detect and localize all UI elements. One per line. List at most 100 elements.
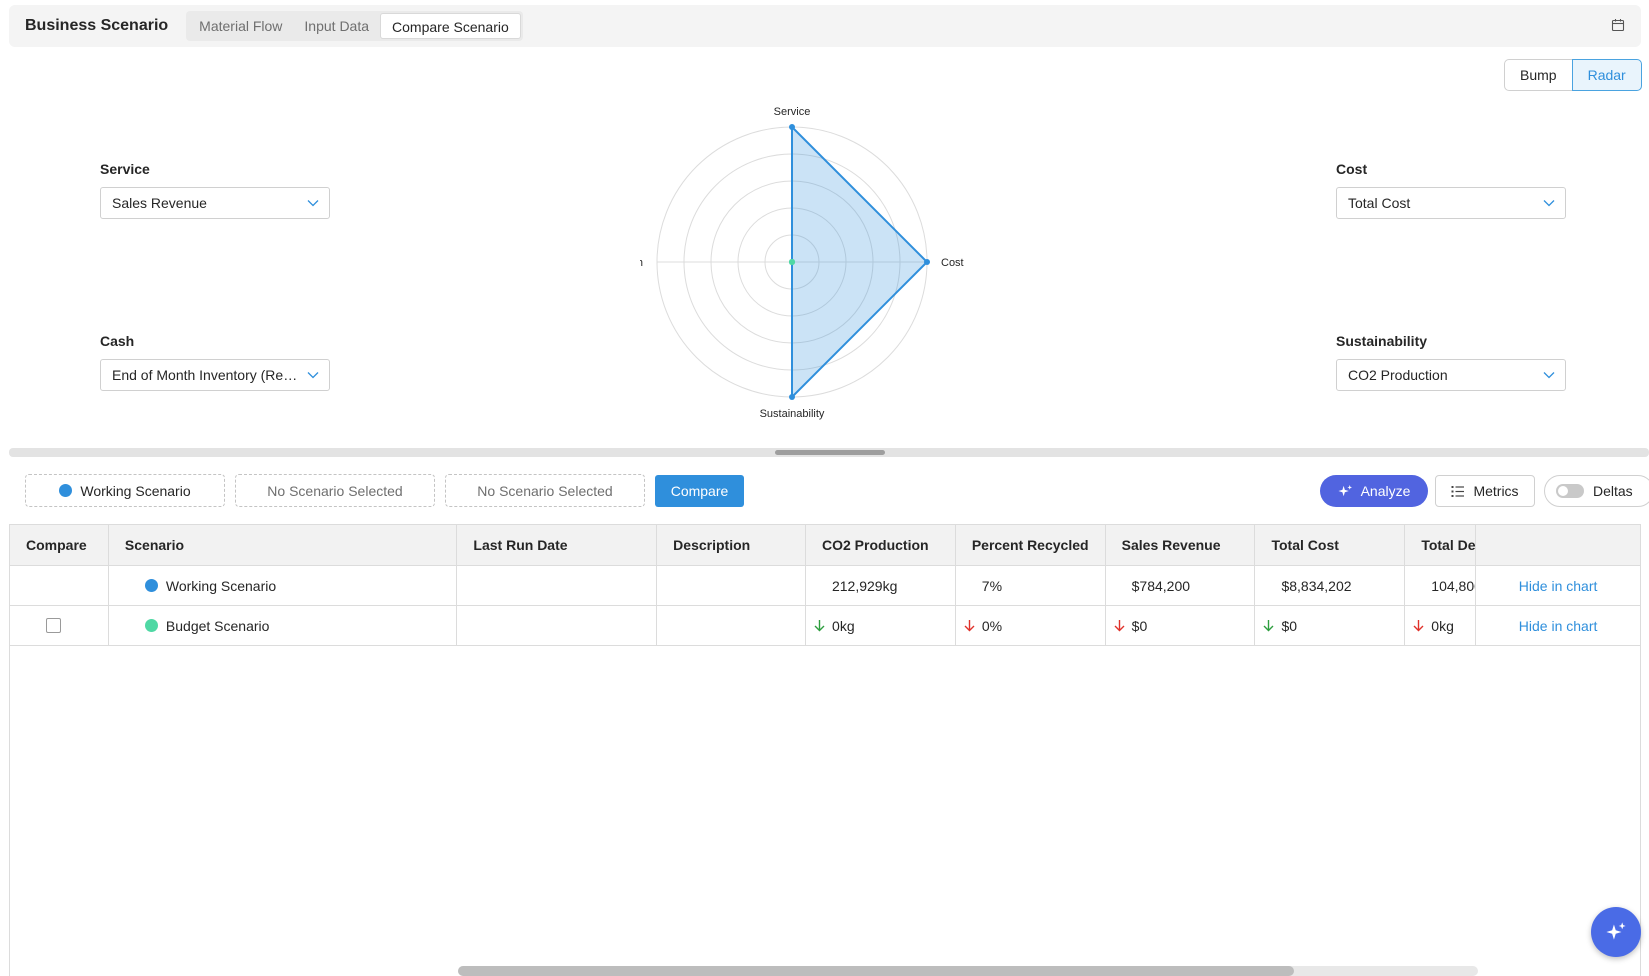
scenario-name: Budget Scenario: [165, 617, 270, 634]
description-cell: [657, 566, 806, 605]
scenario-color-dot: [144, 579, 158, 592]
cost-select[interactable]: Total Cost: [1336, 187, 1566, 219]
demand-cell: 0kg: [1405, 606, 1477, 645]
scenario-cell: Working Scenario: [109, 566, 458, 605]
metrics-button[interactable]: Metrics: [1435, 475, 1535, 507]
scenario-cell: Budget Scenario: [109, 606, 458, 645]
tab-input-data[interactable]: Input Data: [293, 13, 380, 39]
list-icon: [1451, 485, 1465, 497]
column-header-actions: [1476, 525, 1640, 565]
cash-selector-group: Cash End of Month Inventory (Rev...: [100, 333, 330, 391]
revenue-delta-value: $0: [1131, 617, 1148, 634]
radar-data-point: [789, 394, 795, 400]
scenario-name: Working Scenario: [165, 577, 277, 594]
radar-data-point: [789, 259, 795, 265]
radar-axis-label: Service: [774, 106, 811, 118]
view-tabs: Material Flow Input Data Compare Scenari…: [186, 11, 523, 41]
scrollbar-thumb[interactable]: [458, 966, 1294, 976]
calendar-icon[interactable]: [1611, 18, 1625, 32]
chart-type-toggle: Bump Radar: [1504, 59, 1642, 91]
service-label: Service: [100, 161, 150, 177]
demand-cell: 104,800: [1405, 566, 1477, 605]
chevron-down-icon: [1543, 372, 1555, 379]
ai-assistant-button[interactable]: [1591, 907, 1641, 957]
cost-label: Cost: [1336, 161, 1368, 177]
sustainability-select-value: CO2 Production: [1348, 367, 1448, 383]
recycled-delta-value: 0%: [981, 617, 1003, 634]
co2-delta-value: 0kg: [832, 617, 855, 634]
cash-select[interactable]: End of Month Inventory (Rev...: [100, 359, 330, 391]
table-row: Working Scenario 212,929kg 7% $784,200 $…: [10, 566, 1640, 606]
tab-material-flow[interactable]: Material Flow: [188, 13, 293, 39]
scenario-slot-2[interactable]: No Scenario Selected: [235, 474, 435, 507]
tab-compare-scenario[interactable]: Compare Scenario: [380, 13, 521, 39]
radar-chart: Service Cost Sustainability Cash: [640, 106, 964, 420]
radar-axis-label: Cost: [941, 257, 964, 269]
chevron-down-icon: [1543, 200, 1555, 207]
arrow-down-icon: [1413, 620, 1424, 632]
last-run-cell: [457, 566, 658, 605]
splitter-handle[interactable]: [775, 450, 885, 455]
bump-button[interactable]: Bump: [1504, 59, 1573, 91]
analyze-label: Analyze: [1360, 483, 1411, 499]
service-select-value: Sales Revenue: [112, 195, 207, 211]
column-header-last-run-date[interactable]: Last Run Date: [457, 525, 658, 565]
sustainability-select[interactable]: CO2 Production: [1336, 359, 1566, 391]
metrics-label: Metrics: [1473, 483, 1519, 499]
arrow-down-icon: [964, 620, 975, 632]
cash-label: Cash: [100, 333, 135, 349]
column-header-co2-production[interactable]: CO2 Production: [806, 525, 956, 565]
cost-delta-value: $0: [1281, 617, 1298, 634]
table-header-row: Compare Scenario Last Run Date Descripti…: [10, 525, 1640, 566]
demand-delta-value: 0kg: [1431, 617, 1454, 634]
table-row: Budget Scenario 0kg 0% $0 $0 0kg Hide in…: [10, 606, 1640, 646]
sparkle-icon: [1338, 484, 1352, 496]
column-header-sales-revenue[interactable]: Sales Revenue: [1106, 525, 1256, 565]
deltas-toggle[interactable]: [1556, 484, 1584, 498]
recycled-cell: 0%: [956, 606, 1106, 645]
scenario-table: Compare Scenario Last Run Date Descripti…: [9, 524, 1641, 976]
cost-cell: $0: [1255, 606, 1406, 645]
recycled-cell: 7%: [956, 566, 1106, 605]
cost-cell: $8,834,202: [1255, 566, 1406, 605]
cost-selector-group: Cost Total Cost: [1336, 161, 1566, 219]
sustainability-label: Sustainability: [1336, 333, 1428, 349]
scenario-slot-1[interactable]: Working Scenario: [25, 474, 225, 507]
analyze-button[interactable]: Analyze: [1320, 475, 1428, 507]
radar-button[interactable]: Radar: [1571, 59, 1642, 91]
column-header-description[interactable]: Description: [657, 525, 806, 565]
arrow-down-icon: [1114, 620, 1125, 632]
radar-axis-label: Sustainability: [760, 408, 825, 420]
sustainability-selector-group: Sustainability CO2 Production: [1336, 333, 1566, 391]
chevron-down-icon: [307, 200, 319, 207]
scenario-slot-3[interactable]: No Scenario Selected: [445, 474, 645, 507]
scenario-slot-2-label: No Scenario Selected: [267, 482, 403, 499]
sparkle-icon: [1606, 922, 1626, 940]
last-run-cell: [457, 606, 658, 645]
revenue-cell: $0: [1106, 606, 1256, 645]
arrow-down-icon: [814, 620, 825, 632]
deltas-label: Deltas: [1593, 483, 1633, 499]
chevron-down-icon: [307, 372, 319, 379]
co2-cell: 212,929kg: [806, 566, 956, 605]
column-header-scenario[interactable]: Scenario: [109, 525, 458, 565]
app-title: Business Scenario: [25, 17, 169, 34]
top-bar: Business Scenario Material Flow Input Da…: [9, 5, 1641, 47]
compare-button[interactable]: Compare: [655, 475, 744, 507]
column-header-compare[interactable]: Compare: [10, 525, 109, 565]
compare-checkbox[interactable]: [46, 618, 61, 633]
column-header-total-cost[interactable]: Total Cost: [1255, 525, 1406, 565]
arrow-down-icon: [1263, 620, 1274, 632]
hide-in-chart-link[interactable]: Hide in chart: [1476, 566, 1640, 605]
scenario-color-dot: [144, 619, 158, 632]
radar-data-point: [924, 259, 930, 265]
radar-series-area: [791, 126, 928, 398]
column-header-percent-recycled[interactable]: Percent Recycled: [956, 525, 1106, 565]
service-select[interactable]: Sales Revenue: [100, 187, 330, 219]
radar-data-point: [789, 124, 795, 130]
scenario-color-dot: [59, 484, 73, 497]
column-header-total-demand[interactable]: Total Der: [1405, 525, 1477, 565]
cost-select-value: Total Cost: [1348, 195, 1411, 211]
revenue-cell: $784,200: [1106, 566, 1256, 605]
hide-in-chart-link[interactable]: Hide in chart: [1476, 606, 1640, 645]
